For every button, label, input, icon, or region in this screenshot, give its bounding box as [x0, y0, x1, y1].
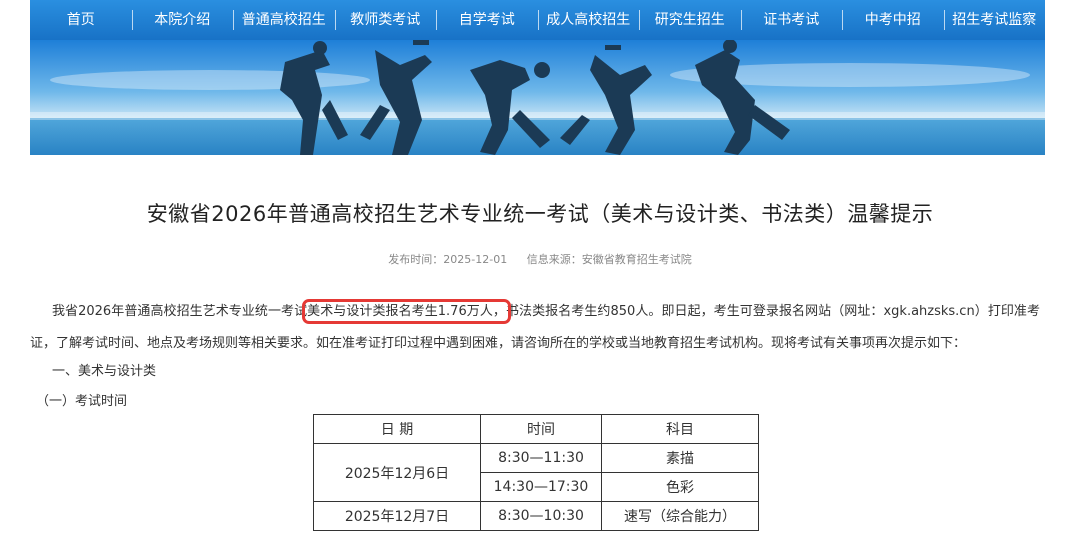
top-nav: 首页 本院介绍 普通高校招生 教师类考试 自学考试 成人高校招生 研究生招生 证…: [30, 0, 1045, 40]
nav-item-home[interactable]: 首页: [30, 10, 132, 30]
subsection-heading: （一）考试时间: [36, 394, 128, 409]
nav-item-supervision[interactable]: 招生考试监察: [943, 10, 1046, 30]
cell-time: 8:30—10:30: [480, 501, 602, 531]
publish-label: 发布时间：: [388, 253, 444, 266]
nav-item-teacher-exam[interactable]: 教师类考试: [334, 10, 437, 30]
source-name: 安徽省教育招生考试院: [581, 253, 692, 266]
cell-date: 2025年12月6日: [313, 443, 481, 502]
publish-date: 2025-12-01: [443, 253, 508, 266]
cell-subject: 素描: [601, 443, 759, 473]
banner-image: [30, 40, 1045, 155]
highlighted-registration-count: 美术与设计类报名考生1.76万人，: [302, 299, 511, 324]
nav-item-middle-school[interactable]: 中考中招: [842, 10, 944, 30]
nav-item-self-study[interactable]: 自学考试: [436, 10, 538, 30]
cell-subject: 色彩: [601, 472, 759, 502]
nav-item-about[interactable]: 本院介绍: [131, 10, 234, 30]
graduates-banner-graphic: [30, 40, 1045, 155]
article-meta: 发布时间：2025-12-01 信息来源：安徽省教育招生考试院: [0, 251, 1080, 267]
publish-info: 发布时间：2025-12-01: [388, 253, 507, 266]
header-time: 时间: [480, 414, 602, 444]
header-date: 日 期: [313, 414, 481, 444]
cell-time: 14:30—17:30: [480, 472, 602, 502]
exam-schedule-table: 日 期 时间 科目 2025年12月6日 8:30—11:30 素描 14:30…: [313, 414, 759, 531]
nav-item-college-admission[interactable]: 普通高校招生: [233, 10, 335, 30]
nav-item-certificate[interactable]: 证书考试: [740, 10, 843, 30]
cell-subject: 速写（综合能力）: [601, 501, 759, 531]
cell-time: 8:30—11:30: [480, 443, 602, 473]
source-label: 信息来源：: [526, 253, 582, 266]
intro-text-before: 我省2026年普通高校招生艺术专业统一考试: [52, 304, 308, 319]
header-subject: 科目: [601, 414, 759, 444]
table-row: 2025年12月6日 8:30—11:30 素描: [313, 443, 759, 502]
article-title: 安徽省2026年普通高校招生艺术专业统一考试（美术与设计类、书法类）温馨提示: [146, 202, 934, 226]
source-info: 信息来源：安徽省教育招生考试院: [527, 253, 692, 266]
section-heading: 一、美术与设计类: [52, 364, 157, 379]
table-row: 2025年12月7日 8:30—10:30 速写（综合能力）: [313, 501, 759, 531]
table-header-row: 日 期 时间 科目: [313, 414, 759, 444]
article-intro-paragraph: 我省2026年普通高校招生艺术专业统一考试美术与设计类报名考生1.76万人，书法…: [30, 296, 1040, 360]
nav-item-adult-college[interactable]: 成人高校招生: [537, 10, 640, 30]
nav-item-graduate[interactable]: 研究生招生: [639, 10, 741, 30]
cell-date: 2025年12月7日: [313, 501, 481, 531]
